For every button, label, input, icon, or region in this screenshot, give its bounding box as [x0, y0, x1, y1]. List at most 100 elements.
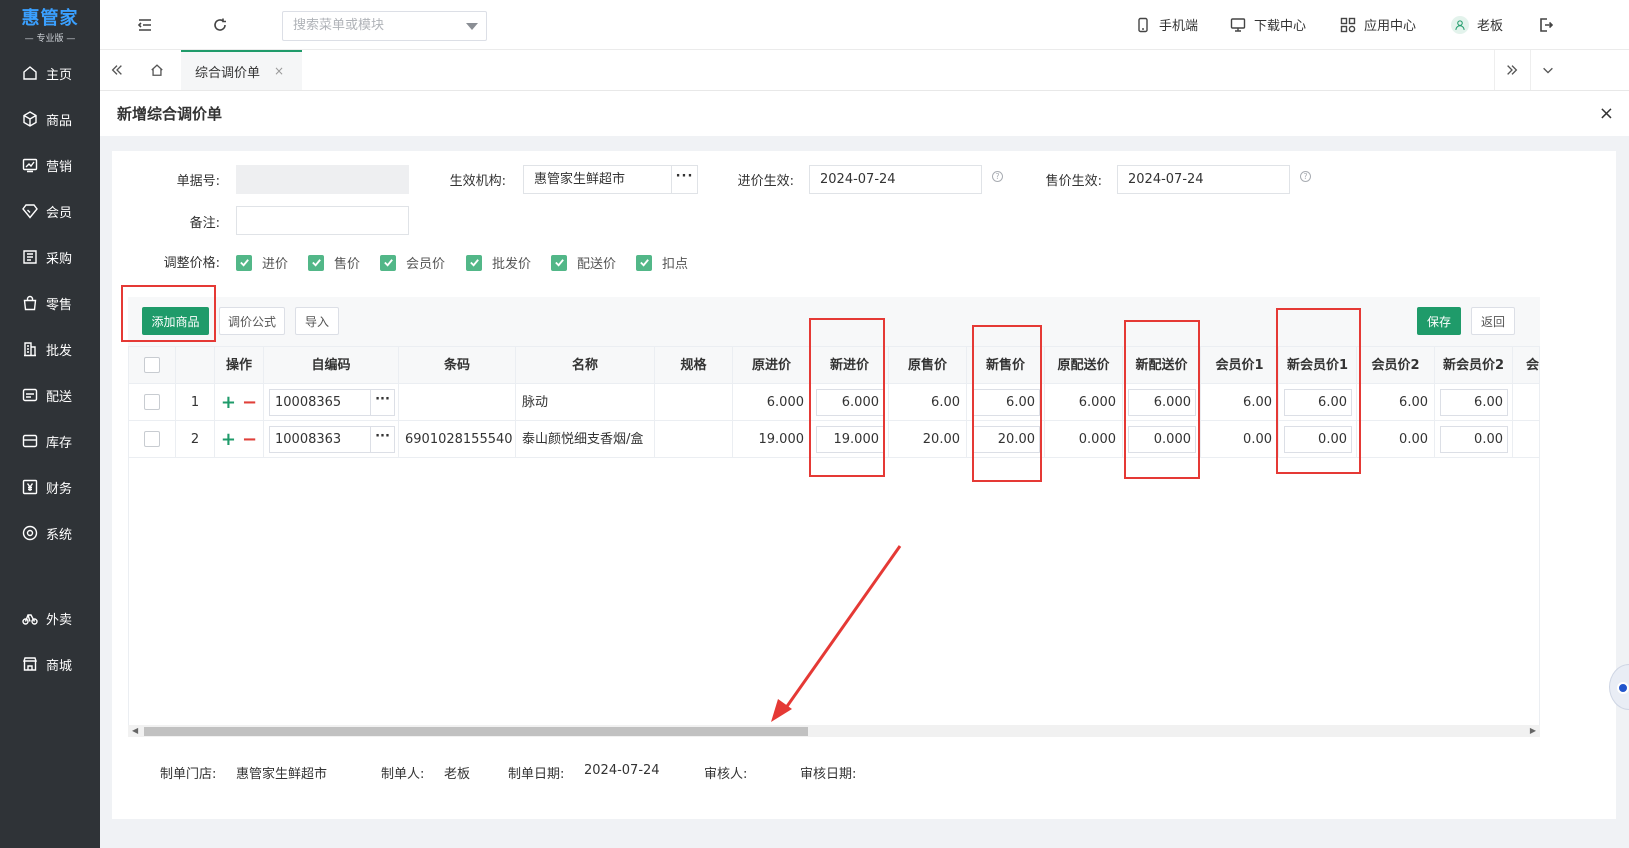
sidebar-item-marketing[interactable]: 营销	[0, 145, 100, 185]
price-formula-button[interactable]: 调价公式	[219, 307, 285, 335]
sidebar-item-delivery[interactable]: 配送	[0, 375, 100, 415]
menu-fold-icon[interactable]	[134, 14, 156, 36]
remove-row-icon[interactable]: −	[242, 429, 257, 450]
check-wholesale[interactable]: 批发价	[466, 253, 531, 272]
new-member2-input[interactable]: 6.00	[1440, 389, 1508, 416]
close-icon[interactable]: ×	[1599, 103, 1614, 124]
tab-scroll-right-icon[interactable]	[1494, 50, 1528, 90]
old-delivery-cell: 0.000	[1045, 421, 1123, 458]
page-header: 新增综合调价单 ×	[100, 91, 1629, 136]
tab-label: 综合调价单	[195, 65, 261, 81]
check-delivery[interactable]: 配送价	[551, 253, 616, 272]
tab-scroll-left-icon[interactable]	[100, 50, 134, 90]
checkbox-icon[interactable]	[144, 357, 160, 373]
overflow-cell	[1513, 384, 1539, 421]
check-purchase[interactable]: 进价	[236, 253, 288, 272]
logout-icon[interactable]	[1535, 14, 1557, 36]
annotation-box-new-delivery	[1124, 320, 1200, 479]
code-input[interactable]: 10008363 ···	[269, 426, 395, 453]
add-row-icon[interactable]: +	[221, 429, 236, 450]
code-input[interactable]: 10008365 ···	[269, 389, 395, 416]
check-member[interactable]: 会员价	[380, 253, 445, 272]
tab-price-adjust[interactable]: 综合调价单 ×	[181, 50, 302, 90]
more-dots-icon[interactable]: ···	[370, 427, 394, 452]
import-button[interactable]: 导入	[295, 307, 339, 335]
row-select[interactable]	[129, 421, 176, 458]
save-button[interactable]: 保存	[1417, 307, 1461, 335]
sidebar-item-mall[interactable]: 商城	[0, 644, 100, 684]
scroll-right-icon[interactable]: ▶	[1530, 726, 1536, 735]
row-index: 2	[176, 421, 215, 458]
checkbox-checked-icon	[308, 254, 324, 271]
footer-store-label: 制单门店:	[160, 767, 217, 782]
logo-subtitle: 专业版	[36, 34, 64, 44]
purchase-effective-date[interactable]: 2024-07-24	[809, 165, 982, 194]
apps-link[interactable]: 应用中心	[1340, 15, 1416, 34]
remove-row-icon[interactable]: −	[242, 392, 257, 413]
row-select[interactable]	[129, 384, 176, 421]
add-row-icon[interactable]: +	[221, 392, 236, 413]
back-button[interactable]: 返回	[1471, 307, 1515, 335]
adjust-price-label: 调整价格:	[163, 256, 220, 271]
home-icon	[22, 65, 38, 81]
scroll-left-icon[interactable]: ◀	[132, 726, 138, 735]
sidebar-item-goods[interactable]: 商品	[0, 99, 100, 139]
new-member2-cell: 6.00	[1435, 384, 1513, 421]
footer-store-value: 惠管家生鲜超市	[236, 767, 328, 782]
mobile-link[interactable]: 手机端	[1135, 15, 1198, 34]
header-cell: 新会员价2	[1435, 347, 1513, 384]
close-tab-icon[interactable]: ×	[274, 64, 284, 78]
sale-effective-date[interactable]: 2024-07-24	[1117, 165, 1290, 194]
horizontal-scrollbar[interactable]: ◀ ▶	[128, 725, 1540, 737]
checkbox-icon[interactable]	[144, 394, 160, 410]
footer-maker-value: 老板	[444, 767, 471, 782]
user-menu[interactable]: 老板	[1451, 15, 1503, 34]
footer-maker-label: 制单人:	[381, 767, 425, 782]
sidebar-item-retail[interactable]: 零售	[0, 283, 100, 323]
footer-audit-date-label: 审核日期:	[800, 767, 857, 782]
remark-label: 备注:	[189, 216, 220, 231]
more-dots-icon[interactable]: ···	[370, 390, 394, 415]
help-icon[interactable]: ?	[992, 171, 1003, 182]
inventory-icon	[22, 433, 38, 449]
member1-cell: 6.00	[1201, 384, 1279, 421]
home-tab-icon[interactable]	[140, 50, 174, 90]
refresh-icon[interactable]	[209, 14, 231, 36]
old-purchase-cell: 19.000	[733, 421, 811, 458]
doc-no-label: 单据号:	[176, 174, 220, 189]
sidebar-item-label: 配送	[46, 389, 73, 405]
sidebar-item-member[interactable]: 会员	[0, 191, 100, 231]
sidebar-item-home[interactable]: 主页	[0, 53, 100, 93]
more-dots-icon[interactable]: ···	[671, 166, 697, 193]
checkbox-icon[interactable]	[144, 431, 160, 447]
download-link[interactable]: 下载中心	[1230, 15, 1306, 34]
checkbox-checked-icon	[466, 254, 482, 271]
barcode-cell: 6901028155540	[399, 421, 516, 458]
sidebar-item-wholesale[interactable]: 批发	[0, 329, 100, 369]
check-deduction[interactable]: 扣点	[636, 253, 688, 272]
search-select[interactable]: 搜索菜单或模块	[282, 11, 487, 41]
logo[interactable]: 惠管家 — 专业版 —	[0, 0, 100, 48]
check-sale[interactable]: 售价	[308, 253, 360, 272]
org-select[interactable]: 惠管家生鲜超市 ···	[523, 165, 698, 194]
new-member2-input[interactable]: 0.00	[1440, 426, 1508, 453]
help-icon[interactable]: ?	[1300, 171, 1311, 182]
old-sale-cell: 6.00	[889, 384, 967, 421]
avatar	[1451, 15, 1469, 34]
sidebar-item-system[interactable]: 系统	[0, 513, 100, 553]
scroll-thumb[interactable]	[144, 727, 808, 736]
footer-date-value: 2024-07-24	[584, 763, 660, 778]
header-cell: 会	[1513, 347, 1539, 384]
sidebar-item-finance[interactable]: 财务	[0, 467, 100, 507]
tab-menu-chevron-icon[interactable]	[1530, 50, 1564, 90]
sidebar-item-label: 商城	[46, 658, 73, 674]
assistant-icon	[1617, 682, 1629, 694]
sidebar-item-purchase[interactable]: 采购	[0, 237, 100, 277]
header-select-all[interactable]	[129, 347, 176, 384]
building-icon	[22, 341, 38, 357]
sidebar-item-inventory[interactable]: 库存	[0, 421, 100, 461]
remark-input[interactable]	[236, 206, 409, 235]
annotation-box-add-goods	[121, 285, 216, 342]
sidebar-item-takeaway[interactable]: 外卖	[0, 598, 100, 638]
top-bar: 搜索菜单或模块 手机端 下载中心 应用中心 老板	[100, 0, 1629, 50]
